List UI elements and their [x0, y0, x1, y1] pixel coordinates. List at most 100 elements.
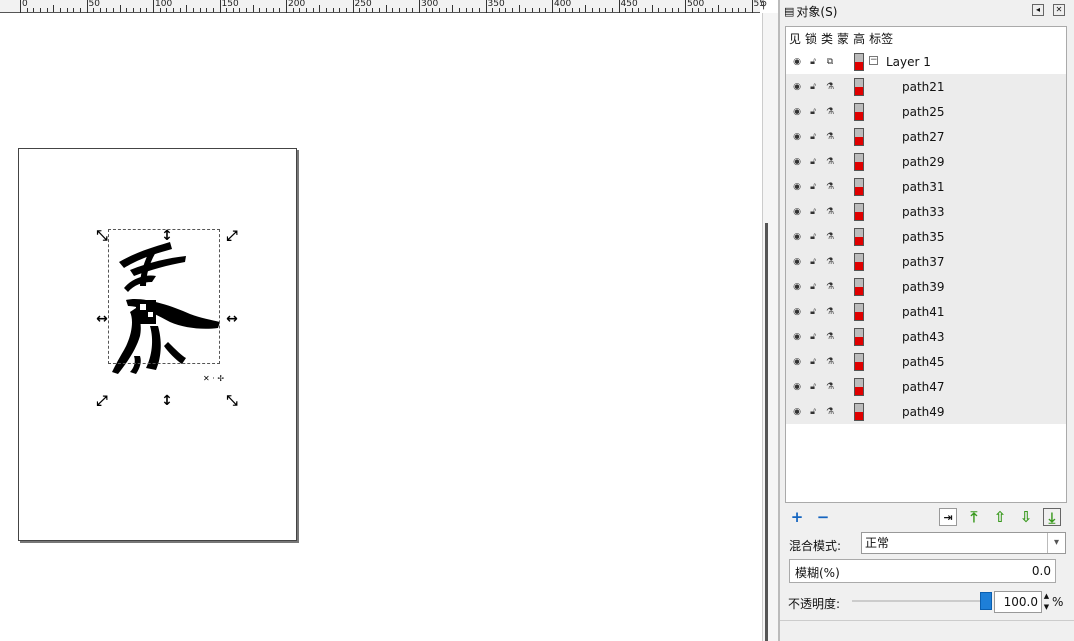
column-highlight[interactable]: 高	[853, 30, 865, 47]
highlight-color-swatch[interactable]	[854, 253, 864, 271]
layer-label[interactable]: Layer 1	[886, 55, 931, 69]
opacity-stepper[interactable]: ▲ ▼	[1042, 591, 1051, 613]
eye-icon[interactable]: ◉	[791, 407, 803, 417]
eye-icon[interactable]: ◉	[791, 257, 803, 267]
blur-field[interactable]: 模糊(%) 0.0	[789, 559, 1056, 583]
object-label[interactable]: path33	[902, 205, 945, 219]
object-label[interactable]: path31	[902, 180, 945, 194]
eye-icon[interactable]: ◉	[791, 332, 803, 342]
object-row[interactable]: ◉ 🔓︎ ⚗︎ path49	[786, 399, 1066, 424]
lock-icon[interactable]: 🔓︎	[807, 182, 819, 192]
lock-icon[interactable]: 🔓︎	[807, 407, 819, 417]
stepper-up-icon[interactable]: ▲	[1042, 591, 1051, 602]
lock-icon[interactable]: 🔓︎	[807, 307, 819, 317]
eye-icon[interactable]: ◉	[791, 107, 803, 117]
vertical-scrollbar[interactable]	[762, 13, 778, 641]
highlight-color-swatch[interactable]	[854, 278, 864, 296]
object-label[interactable]: path41	[902, 305, 945, 319]
column-lock[interactable]: 锁	[805, 30, 817, 47]
object-label[interactable]: path49	[902, 405, 945, 419]
lock-icon[interactable]: 🔓︎	[807, 57, 819, 67]
eye-icon[interactable]: ◉	[791, 132, 803, 142]
column-visible[interactable]: 见	[789, 30, 801, 47]
highlight-color-swatch[interactable]	[854, 303, 864, 321]
scale-handle-top[interactable]: ↕	[159, 228, 175, 244]
object-label[interactable]: path45	[902, 355, 945, 369]
object-label[interactable]: path37	[902, 255, 945, 269]
collapse-icon[interactable]: −	[869, 56, 878, 65]
lock-icon[interactable]: 🔓︎	[807, 357, 819, 367]
object-row[interactable]: ◉ 🔓︎ ⚗︎ path29	[786, 149, 1066, 174]
highlight-color-swatch[interactable]	[854, 153, 864, 171]
lock-icon[interactable]: 🔓︎	[807, 107, 819, 117]
raise-to-top-icon[interactable]: ⤒	[965, 508, 983, 526]
highlight-color-swatch[interactable]	[854, 53, 864, 71]
object-row[interactable]: ◉ 🔓︎ ⚗︎ path37	[786, 249, 1066, 274]
remove-icon[interactable]: −	[814, 508, 832, 526]
opacity-slider-track[interactable]	[852, 600, 984, 602]
highlight-color-swatch[interactable]	[854, 78, 864, 96]
eye-icon[interactable]: ◉	[791, 307, 803, 317]
scale-handle-top-right[interactable]: ⤢	[224, 228, 240, 244]
object-row[interactable]: ◉ 🔓︎ ⚗︎ path27	[786, 124, 1066, 149]
opacity-input[interactable]: 100.0	[994, 591, 1042, 613]
scale-handle-left[interactable]: ↔	[94, 311, 110, 327]
chevron-down-icon[interactable]: ▾	[1047, 533, 1065, 553]
lock-icon[interactable]: 🔓︎	[807, 232, 819, 242]
highlight-color-swatch[interactable]	[854, 228, 864, 246]
eye-icon[interactable]: ◉	[791, 182, 803, 192]
object-label[interactable]: path21	[902, 80, 945, 94]
highlight-color-swatch[interactable]	[854, 378, 864, 396]
object-label[interactable]: path47	[902, 380, 945, 394]
column-clip[interactable]: 蒙	[837, 30, 849, 47]
blur-value[interactable]: 0.0	[1032, 564, 1051, 578]
lock-icon[interactable]: 🔓︎	[807, 257, 819, 267]
eye-icon[interactable]: ◉	[791, 282, 803, 292]
scale-handle-top-left[interactable]: ⤡	[94, 228, 110, 244]
lower-icon[interactable]: ⇩	[1017, 508, 1035, 526]
object-row[interactable]: ◉ 🔓︎ ⚗︎ path45	[786, 349, 1066, 374]
lock-icon[interactable]: 🔓︎	[807, 382, 819, 392]
lock-icon[interactable]: 🔓︎	[807, 157, 819, 167]
object-label[interactable]: path35	[902, 230, 945, 244]
object-label[interactable]: path25	[902, 105, 945, 119]
scale-handle-bottom-left[interactable]: ⤢	[94, 393, 110, 409]
highlight-color-swatch[interactable]	[854, 328, 864, 346]
eye-icon[interactable]: ◉	[791, 357, 803, 367]
object-row[interactable]: ◉ 🔓︎ ⚗︎ path41	[786, 299, 1066, 324]
blend-mode-select[interactable]: 正常 ▾	[861, 532, 1066, 554]
highlight-color-swatch[interactable]	[854, 403, 864, 421]
scale-handle-bottom[interactable]: ↕	[159, 393, 175, 409]
object-label[interactable]: path39	[902, 280, 945, 294]
scrollbar-track[interactable]	[765, 223, 768, 641]
lock-icon[interactable]: 🔓︎	[807, 282, 819, 292]
lock-icon[interactable]: 🔓︎	[807, 132, 819, 142]
opacity-slider-thumb[interactable]	[980, 592, 992, 610]
lock-icon[interactable]: 🔓︎	[807, 82, 819, 92]
scale-handle-bottom-right[interactable]: ⤡	[224, 393, 240, 409]
add-icon[interactable]: +	[788, 508, 806, 526]
object-row[interactable]: ◉ 🔓︎ ⚗︎ path39	[786, 274, 1066, 299]
highlight-color-swatch[interactable]	[854, 178, 864, 196]
raise-icon[interactable]: ⇧	[991, 508, 1009, 526]
column-type[interactable]: 类	[821, 30, 833, 47]
lower-to-bottom-icon[interactable]: ⤓	[1043, 508, 1061, 527]
object-row[interactable]: ◉ 🔓︎ ⚗︎ path43	[786, 324, 1066, 349]
scale-handle-right[interactable]: ↔	[224, 311, 240, 327]
highlight-color-swatch[interactable]	[854, 203, 864, 221]
highlight-color-swatch[interactable]	[854, 353, 864, 371]
object-row[interactable]: ◉ 🔓︎ ⚗︎ path31	[786, 174, 1066, 199]
lock-icon[interactable]: 🔓︎	[807, 207, 819, 217]
lock-icon[interactable]: 🔓︎	[807, 332, 819, 342]
highlight-color-swatch[interactable]	[854, 128, 864, 146]
eye-icon[interactable]: ◉	[791, 207, 803, 217]
zoom-icon[interactable]: ⚲	[760, 0, 767, 11]
highlight-color-swatch[interactable]	[854, 103, 864, 121]
close-panel-icon[interactable]: ✕	[1053, 4, 1065, 16]
stepper-down-icon[interactable]: ▼	[1042, 602, 1051, 613]
column-label[interactable]: 标签	[869, 30, 893, 47]
object-label[interactable]: path29	[902, 155, 945, 169]
object-label[interactable]: path43	[902, 330, 945, 344]
eye-icon[interactable]: ◉	[791, 382, 803, 392]
object-row[interactable]: ◉ 🔓︎ ⚗︎ path25	[786, 99, 1066, 124]
